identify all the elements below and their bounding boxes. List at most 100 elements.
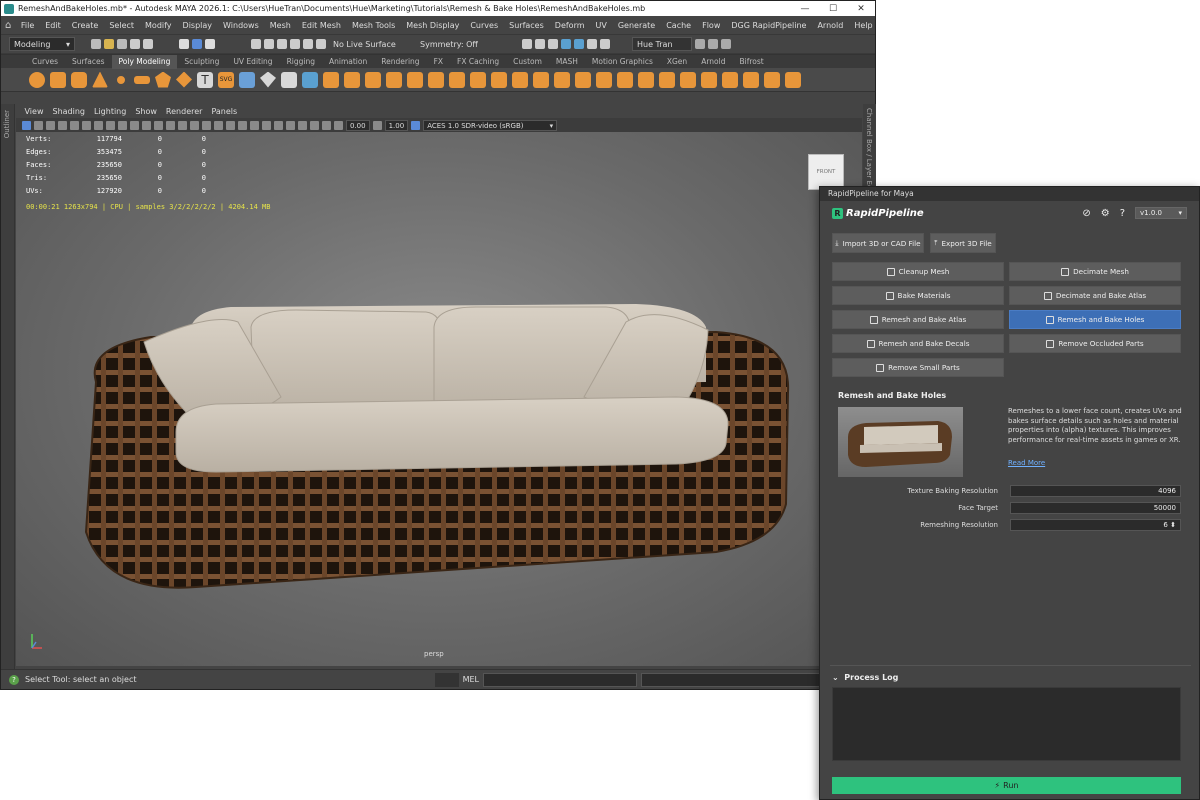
settings-icon[interactable] (695, 39, 705, 49)
menu-mesh-display[interactable]: Mesh Display (401, 21, 465, 30)
shelf-tab-fx-caching[interactable]: FX Caching (450, 55, 506, 69)
decimate-mesh-button[interactable]: Decimate Mesh (1009, 262, 1181, 281)
crease-icon[interactable] (638, 71, 654, 88)
extrude-icon[interactable] (323, 71, 339, 88)
new-scene-icon[interactable] (91, 39, 101, 49)
select-camera-icon[interactable] (22, 120, 31, 130)
multi-cut-icon[interactable] (428, 71, 444, 88)
snap-view-icon[interactable] (290, 39, 300, 49)
snap-point-icon[interactable] (277, 39, 287, 49)
user-account[interactable]: Hue Tran (632, 37, 692, 51)
shelf-tab-rigging[interactable]: Rigging (280, 55, 322, 69)
select-object-icon[interactable] (192, 39, 202, 49)
shelf-tab-arnold[interactable]: Arnold (694, 55, 732, 69)
bevel-icon[interactable] (365, 71, 381, 88)
magnet-icon[interactable] (316, 39, 326, 49)
redo-icon[interactable] (143, 39, 153, 49)
gamma-field[interactable]: 1.00 (384, 119, 409, 131)
menu-create[interactable]: Create (66, 21, 104, 30)
render-frame-icon[interactable] (522, 39, 532, 49)
connect-icon[interactable] (491, 71, 507, 88)
ambient-occlusion-icon[interactable] (238, 120, 247, 130)
safe-action-icon[interactable] (142, 120, 151, 130)
wedge-icon[interactable] (785, 71, 801, 88)
compass-icon[interactable]: ⊘ (1082, 208, 1090, 219)
separate-icon[interactable] (281, 71, 297, 88)
unfold-icon[interactable] (743, 71, 759, 88)
snap-surface-icon[interactable] (303, 39, 313, 49)
wireframe-on-shaded-icon[interactable] (190, 120, 199, 130)
menu-curves[interactable]: Curves (465, 21, 504, 30)
collapse-icon[interactable] (470, 71, 486, 88)
menu-generate[interactable]: Generate (612, 21, 660, 30)
platonic-solid-icon[interactable] (176, 71, 192, 88)
face-target-field[interactable]: 50000 (1010, 502, 1181, 514)
color-management-icon[interactable] (411, 120, 421, 130)
export-button[interactable]: ⤒ Export 3D File (930, 233, 996, 253)
anti-aliasing-icon[interactable] (262, 120, 271, 130)
bookmark-icon[interactable] (46, 120, 55, 130)
shelf-tab-motion-graphics[interactable]: Motion Graphics (585, 55, 660, 69)
save-scene-icon[interactable] (117, 39, 127, 49)
field-chart-icon[interactable] (130, 120, 139, 130)
snap-grid-icon[interactable] (251, 39, 261, 49)
film-gate-icon[interactable] (94, 120, 103, 130)
menu-file[interactable]: File (15, 21, 39, 30)
read-more-link[interactable]: Read More (1008, 459, 1045, 467)
remove-occluded-parts-button[interactable]: Remove Occluded Parts (1009, 334, 1181, 353)
snap-curve-icon[interactable] (264, 39, 274, 49)
mel-label[interactable]: MEL (463, 675, 479, 684)
motion-blur-icon[interactable] (250, 120, 259, 130)
close-button[interactable]: ✕ (847, 4, 875, 14)
textured-icon[interactable] (202, 120, 211, 130)
lights-icon[interactable] (214, 120, 223, 130)
append-icon[interactable] (386, 71, 402, 88)
menu-select[interactable]: Select (104, 21, 140, 30)
menu-windows[interactable]: Windows (218, 21, 265, 30)
shadows-icon[interactable] (226, 120, 235, 130)
menu-edit-mesh[interactable]: Edit Mesh (296, 21, 346, 30)
panel-menu-show[interactable]: Show (131, 107, 162, 116)
shelf-tab-fx[interactable]: FX (427, 55, 450, 69)
workspace-select[interactable]: Modeling ▾ (9, 37, 75, 51)
svg-icon[interactable]: SVG (218, 71, 234, 88)
mel-command-input[interactable] (483, 672, 637, 687)
arnold-render-icon[interactable] (574, 39, 584, 49)
shelf-tab-mash[interactable]: MASH (549, 55, 585, 69)
shelf-tab-bifrost[interactable]: Bifrost (732, 55, 770, 69)
version-select[interactable]: v1.0.0 ▾ (1135, 207, 1187, 219)
safe-title-icon[interactable] (154, 120, 163, 130)
maximize-button[interactable]: ☐ (819, 4, 847, 14)
wireframe-icon[interactable] (166, 120, 175, 130)
menu-dgg-rapidpipeline[interactable]: DGG RapidPipeline (726, 21, 812, 30)
image-plane-icon[interactable] (58, 120, 67, 130)
panel-menu-panels[interactable]: Panels (207, 107, 242, 116)
undo-icon[interactable] (130, 39, 140, 49)
remove-small-parts-button[interactable]: Remove Small Parts (832, 358, 1004, 377)
ipr-render-icon[interactable] (535, 39, 545, 49)
spinner-icon[interactable]: ⬍ (1170, 521, 1176, 529)
shelf-tab-custom[interactable]: Custom (506, 55, 549, 69)
bake-materials-button[interactable]: Bake Materials (832, 286, 1004, 305)
shelf-tab-animation[interactable]: Animation (322, 55, 374, 69)
gamma-icon[interactable] (372, 120, 382, 130)
remesh-bake-holes-button[interactable]: Remesh and Bake Holes (1009, 310, 1181, 329)
camera-attributes-icon[interactable] (34, 120, 43, 130)
menu-deform[interactable]: Deform (549, 21, 590, 30)
smooth-shade-icon[interactable] (178, 120, 187, 130)
menu-flow[interactable]: Flow (697, 21, 726, 30)
poly-plane-icon[interactable] (134, 75, 150, 84)
colorspace-select[interactable]: ACES 1.0 SDR-video (sRGB) ▾ (423, 119, 558, 131)
open-scene-icon[interactable] (104, 39, 114, 49)
merge-icon[interactable] (449, 71, 465, 88)
offset-edge-loop-icon[interactable] (617, 71, 633, 88)
smooth-icon[interactable] (302, 71, 318, 88)
backface-culling-icon[interactable] (322, 120, 331, 130)
depth-of-field-icon[interactable] (274, 120, 283, 130)
render-view-icon[interactable] (587, 39, 597, 49)
poke-icon[interactable] (764, 71, 780, 88)
quad-draw-icon[interactable] (512, 71, 528, 88)
poly-cylinder-icon[interactable] (71, 71, 87, 88)
menu-uv[interactable]: UV (590, 21, 612, 30)
import-button[interactable]: ⤓ Import 3D or CAD File (832, 233, 924, 253)
